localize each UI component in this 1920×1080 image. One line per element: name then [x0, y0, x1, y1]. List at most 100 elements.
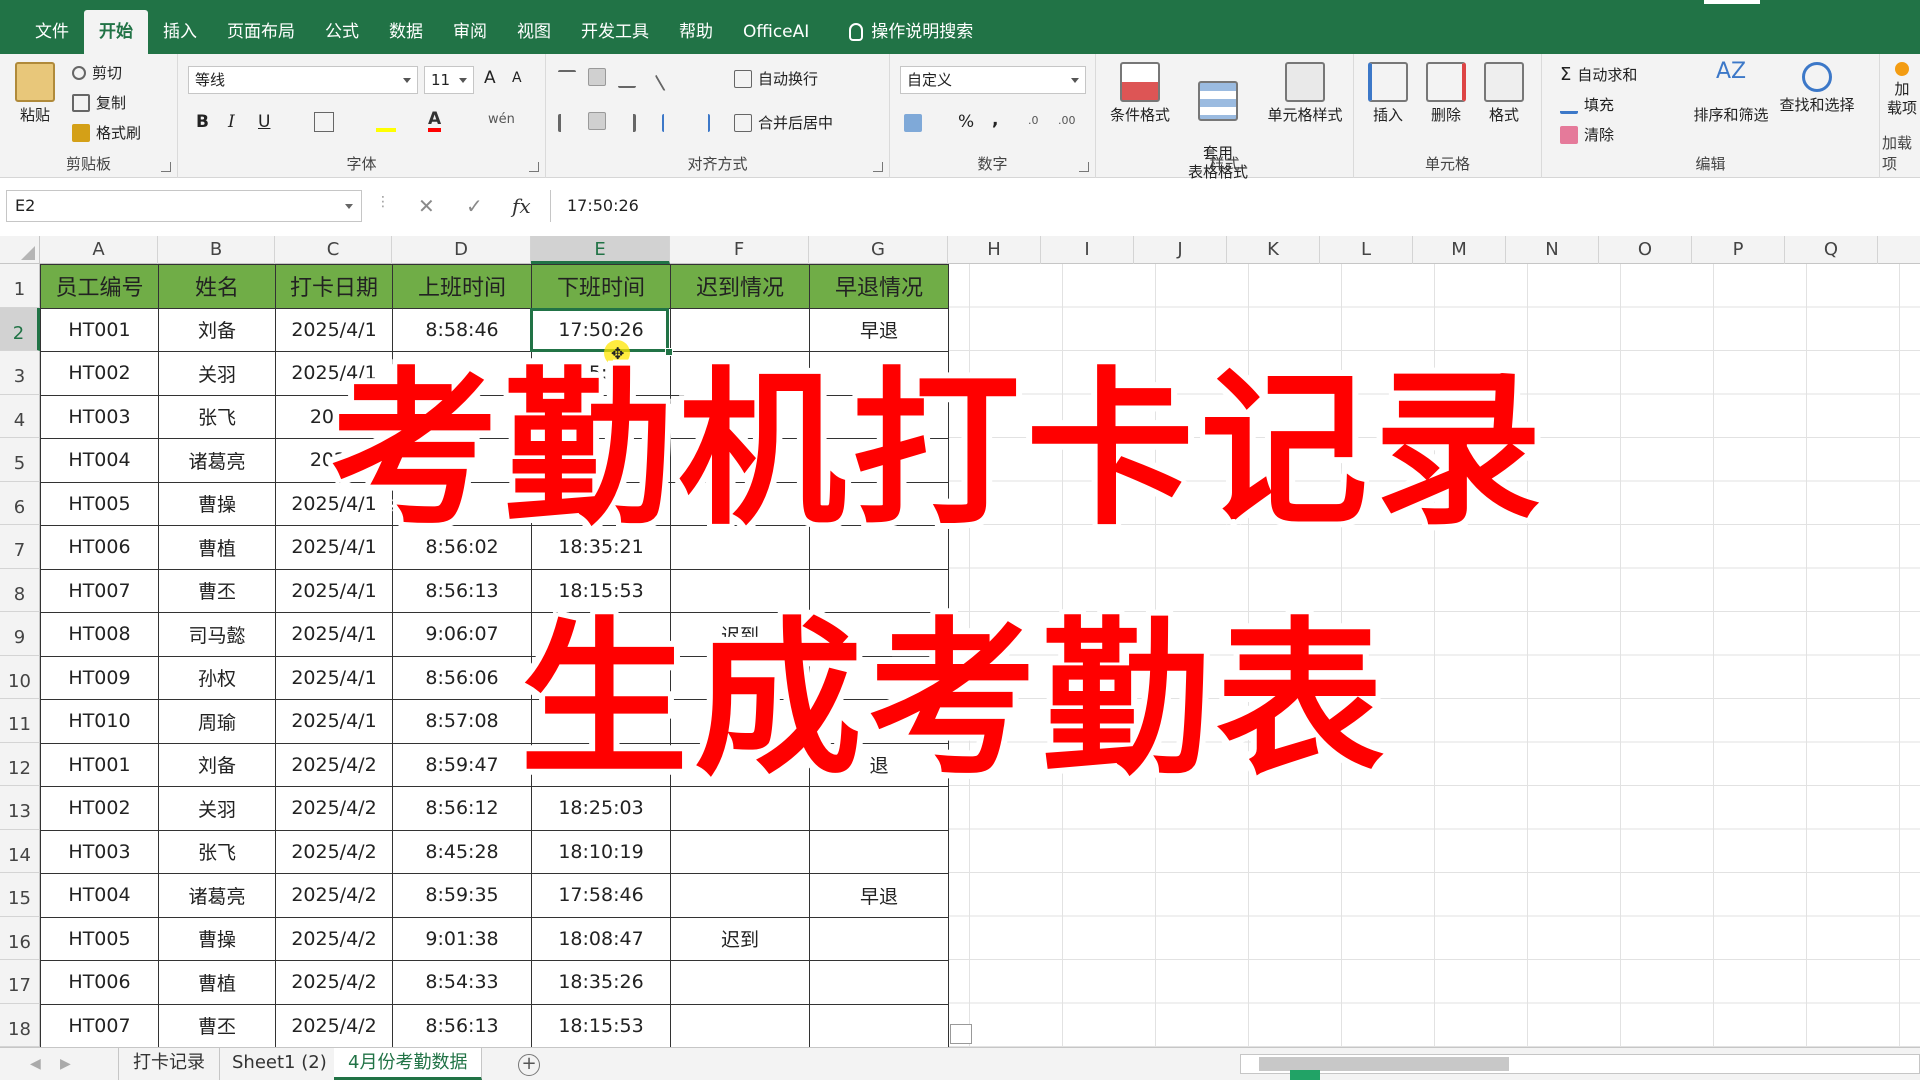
- row-header-15[interactable]: 15: [0, 873, 40, 917]
- table-cell[interactable]: 2025/4/2: [275, 873, 393, 918]
- table-cell[interactable]: [531, 481, 671, 526]
- sheet-tab-punch-records[interactable]: 打卡记录: [118, 1048, 220, 1080]
- addins-button[interactable]: 加 载项: [1884, 62, 1920, 118]
- quick-analysis-icon[interactable]: [950, 1024, 972, 1044]
- align-center-icon[interactable]: [588, 112, 606, 130]
- table-cell[interactable]: [670, 742, 810, 787]
- table-cell[interactable]: [809, 960, 949, 1005]
- table-cell[interactable]: 诸葛亮: [158, 873, 276, 918]
- table-cell[interactable]: [531, 699, 671, 744]
- table-cell[interactable]: [670, 525, 810, 570]
- decrease-indent-icon[interactable]: [662, 114, 680, 132]
- column-header-m[interactable]: M: [1413, 236, 1506, 264]
- table-cell[interactable]: 司马懿: [158, 612, 276, 657]
- table-cell[interactable]: [809, 568, 949, 613]
- column-header-q[interactable]: Q: [1785, 236, 1878, 264]
- table-cell[interactable]: HT005: [40, 481, 159, 526]
- table-cell[interactable]: HT004: [40, 873, 159, 918]
- tab-review[interactable]: 审阅: [438, 10, 502, 54]
- table-cell[interactable]: 诸葛亮: [158, 438, 276, 483]
- decrease-decimal-icon[interactable]: .00: [1058, 114, 1076, 127]
- font-name-select[interactable]: 等线: [188, 66, 418, 94]
- merge-center-button[interactable]: 合并后居中: [734, 112, 833, 133]
- table-cell[interactable]: 2025/4/1: [275, 655, 393, 700]
- table-cell[interactable]: HT003: [40, 829, 159, 874]
- table-cell[interactable]: 2025/4/2: [275, 960, 393, 1005]
- row-header-13[interactable]: 13: [0, 786, 40, 830]
- tab-file[interactable]: 文件: [20, 10, 84, 54]
- increase-indent-icon[interactable]: [692, 114, 710, 132]
- table-cell[interactable]: 2025/4/1: [275, 612, 393, 657]
- table-cell[interactable]: [809, 612, 949, 657]
- table-cell[interactable]: 18:25:03: [531, 786, 671, 831]
- autosum-button[interactable]: Σ 自动求和: [1560, 64, 1637, 85]
- column-header-n[interactable]: N: [1506, 236, 1599, 264]
- table-cell[interactable]: [531, 742, 671, 787]
- fill-button[interactable]: 填充: [1560, 94, 1614, 115]
- table-cell[interactable]: 孙权: [158, 655, 276, 700]
- table-cell[interactable]: [670, 481, 810, 526]
- tab-view[interactable]: 视图: [502, 10, 566, 54]
- table-cell[interactable]: [392, 481, 532, 526]
- row-header-12[interactable]: 12: [0, 742, 40, 786]
- tab-data[interactable]: 数据: [374, 10, 438, 54]
- table-cell[interactable]: 周瑜: [158, 699, 276, 744]
- table-cell[interactable]: 18:35:26: [531, 960, 671, 1005]
- table-cell[interactable]: 2025/4/1: [275, 351, 393, 396]
- comma-button[interactable]: ,: [992, 110, 998, 130]
- table-cell[interactable]: 17:58:46: [531, 873, 671, 918]
- table-cell[interactable]: 早退: [809, 873, 949, 918]
- column-header-h[interactable]: H: [948, 236, 1041, 264]
- delete-cells-button[interactable]: 删除: [1418, 62, 1474, 125]
- table-cell[interactable]: [531, 655, 671, 700]
- row-header-11[interactable]: 11: [0, 699, 40, 743]
- clipboard-launcher[interactable]: [161, 162, 171, 172]
- table-cell[interactable]: HT007: [40, 568, 159, 613]
- table-cell[interactable]: [531, 438, 671, 483]
- table-cell[interactable]: 8:56:12: [392, 786, 532, 831]
- font-launcher[interactable]: [529, 162, 539, 172]
- row-header-4[interactable]: 4: [0, 394, 40, 438]
- row-header-17[interactable]: 17: [0, 960, 40, 1004]
- table-cell[interactable]: HT001: [40, 307, 159, 352]
- table-cell[interactable]: 2025/4/2: [275, 742, 393, 787]
- row-header-10[interactable]: 10: [0, 655, 40, 699]
- phonetic-button[interactable]: wén: [488, 112, 515, 127]
- table-cell[interactable]: [809, 916, 949, 961]
- sheet-tab-sheet1-2[interactable]: Sheet1 (2): [218, 1048, 342, 1080]
- tab-help[interactable]: 帮助: [664, 10, 728, 54]
- table-cell[interactable]: 8:59:47: [392, 742, 532, 787]
- table-cell[interactable]: 18:15:53: [531, 568, 671, 613]
- table-cell[interactable]: 18:08:47: [531, 916, 671, 961]
- table-cell[interactable]: 2025/4/1: [275, 307, 393, 352]
- table-cell[interactable]: [670, 655, 810, 700]
- header-cell[interactable]: 打卡日期: [275, 264, 393, 309]
- align-top-icon[interactable]: [558, 70, 576, 88]
- underline-button[interactable]: U: [258, 112, 270, 132]
- table-cell[interactable]: [670, 568, 810, 613]
- table-cell[interactable]: 曹操: [158, 481, 276, 526]
- fill-color-icon[interactable]: [376, 112, 396, 132]
- insert-function-button[interactable]: fx: [512, 194, 531, 218]
- conditional-format-button[interactable]: 条件格式: [1100, 62, 1180, 125]
- table-cell[interactable]: [809, 786, 949, 831]
- row-header-18[interactable]: 18: [0, 1003, 40, 1047]
- table-cell[interactable]: [670, 438, 810, 483]
- table-cell[interactable]: 17:50:26: [531, 307, 671, 352]
- table-cell[interactable]: HT005: [40, 916, 159, 961]
- orientation-icon[interactable]: [654, 66, 680, 92]
- grow-font-button[interactable]: A: [484, 68, 496, 88]
- number-launcher[interactable]: [1079, 162, 1089, 172]
- table-cell[interactable]: 曹丕: [158, 1003, 276, 1048]
- table-cell[interactable]: HT010: [40, 699, 159, 744]
- add-sheet-button[interactable]: +: [518, 1054, 540, 1076]
- table-cell[interactable]: [809, 1003, 949, 1048]
- tell-me-search[interactable]: 操作说明搜索: [834, 10, 988, 54]
- confirm-entry-button[interactable]: ✓: [466, 194, 483, 218]
- paste-button[interactable]: 粘贴: [10, 62, 60, 125]
- table-cell[interactable]: [392, 351, 532, 396]
- insert-cells-button[interactable]: 插入: [1360, 62, 1416, 125]
- alignment-launcher[interactable]: [873, 162, 883, 172]
- cell-styles-button[interactable]: 单元格样式: [1260, 62, 1350, 125]
- table-cell[interactable]: :55:17: [531, 351, 671, 396]
